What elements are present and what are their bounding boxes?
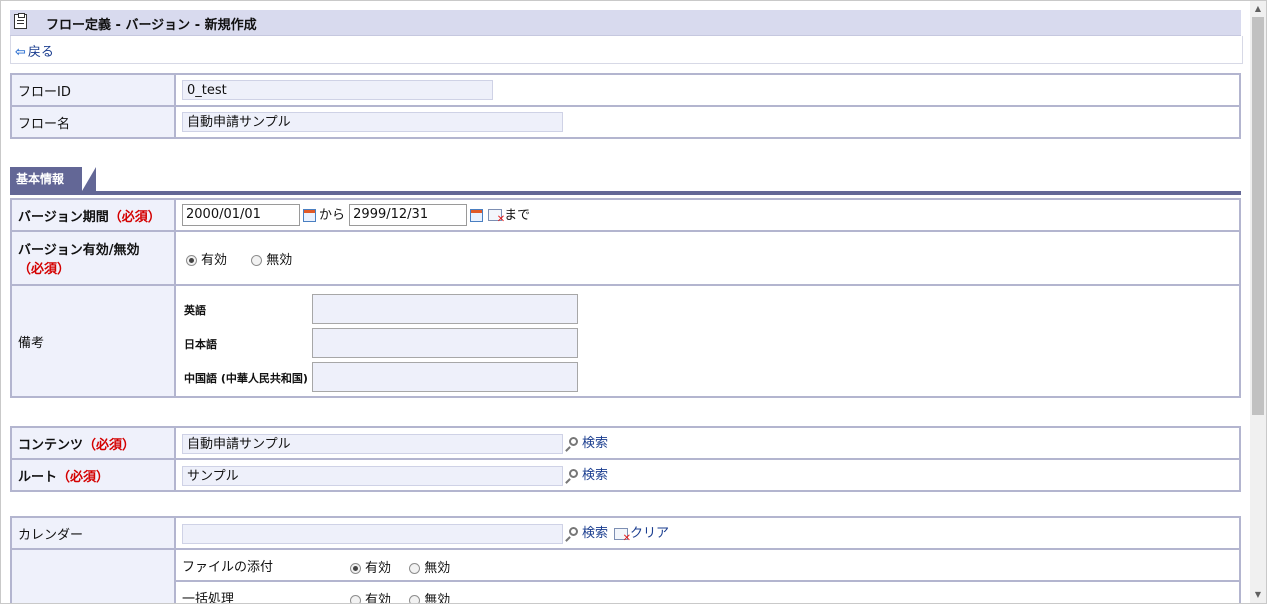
route-label-cell: ルート（必須）: [10, 458, 176, 492]
attachment-options: 有効 無効: [350, 557, 450, 576]
remarks-english-label: 英語: [184, 304, 206, 317]
remarks-japanese-textarea[interactable]: [312, 328, 578, 358]
contents-label-cell: コンテンツ（必須）: [10, 426, 176, 460]
attachment-label: ファイルの添付: [182, 559, 274, 575]
kara-text: から: [319, 207, 346, 223]
window-frame: フロー定義 - バージョン - 新規作成 ⇦ 戻る フローID 0_test フロ…: [0, 0, 1267, 604]
back-bar: ⇦ 戻る: [10, 36, 1243, 64]
required-mark: （必須）: [83, 437, 136, 453]
route-row: ルート（必須） サンプル 検索: [10, 458, 1241, 492]
bulk-cell: 一括処理 有効 無効: [174, 580, 1241, 604]
tab-basic-info[interactable]: 基本情報: [10, 167, 96, 191]
main-content: フロー定義 - バージョン - 新規作成 ⇦ 戻る フローID 0_test フロ…: [1, 1, 1249, 603]
tab-underline: [10, 191, 1241, 195]
contents-cell: 自動申請サンプル 検索: [174, 426, 1241, 460]
flow-id-cell: 0_test: [174, 73, 1241, 107]
calendar-cell: 検索 クリア: [174, 516, 1241, 550]
bulk-valid-option[interactable]: 有効: [365, 593, 391, 603]
clipboard-icon: [14, 13, 27, 29]
back-link[interactable]: ⇦ 戻る: [15, 41, 54, 60]
made-text: まで: [504, 207, 531, 223]
end-date-input[interactable]: 2999/12/31: [349, 204, 468, 227]
bulk-options: 有効 無効: [350, 589, 450, 603]
scrollbar-thumb[interactable]: [1252, 17, 1264, 415]
version-valid-option[interactable]: 有効: [201, 253, 227, 268]
search-icon[interactable]: [569, 527, 578, 537]
flow-name-row: フロー名 自動申請サンプル: [10, 105, 1241, 139]
contents-search-link[interactable]: 検索: [582, 436, 608, 451]
flow-name-cell: 自動申請サンプル: [174, 105, 1241, 139]
contents-route-table: コンテンツ（必須） 自動申請サンプル 検索 ルート（必須） サンプル 検索: [10, 426, 1241, 492]
attachment-invalid-option[interactable]: 無効: [424, 561, 450, 576]
calendar-clear-link[interactable]: クリア: [630, 526, 669, 541]
calendar-icon[interactable]: [470, 208, 484, 222]
remarks-chinese-label: 中国語 (中華人民共和国): [184, 372, 308, 385]
version-valid-row: バージョン有効/無効 （必須） 有効 無効: [10, 230, 1241, 286]
calendar-row: カレンダー 検索 クリア: [10, 516, 1241, 550]
contents-row: コンテンツ（必須） 自動申請サンプル 検索: [10, 426, 1241, 460]
back-arrow-icon: ⇦: [15, 45, 26, 60]
version-period-label-cell: バージョン期間（必須）: [10, 198, 176, 232]
version-period-row: バージョン期間（必須） 2000/01/01 から 2999/12/31 まで: [10, 198, 1241, 232]
required-mark: （必須）: [57, 469, 110, 485]
flow-info-table: フローID 0_test フロー名 自動申請サンプル: [10, 73, 1241, 139]
radio-icon[interactable]: [350, 563, 361, 574]
flow-id-row: フローID 0_test: [10, 73, 1241, 107]
version-period-cell: 2000/01/01 から 2999/12/31 まで: [174, 198, 1241, 232]
calendar-table: カレンダー 検索クリア ファイルの添付 有効 無効 一括処: [10, 516, 1241, 603]
radio-icon[interactable]: [350, 595, 361, 603]
clear-icon[interactable]: [614, 527, 631, 544]
back-label: 戻る: [27, 45, 54, 60]
version-period-label: バージョン期間: [18, 209, 109, 225]
bulk-row: 一括処理 有効 無効: [11, 580, 1241, 604]
remarks-row: 備考 英語 日本語 中国語 (中華人民共和国): [10, 284, 1241, 398]
remarks-label: 備考: [10, 284, 176, 398]
radio-icon[interactable]: [186, 254, 197, 266]
scroll-up-icon[interactable]: ▲: [1250, 1, 1266, 17]
flow-name-value: 自動申請サンプル: [182, 112, 563, 132]
required-mark: （必須）: [18, 262, 71, 277]
attachment-cell: ファイルの添付 有効 無効: [174, 548, 1241, 582]
contents-label: コンテンツ: [18, 437, 84, 453]
calendar-value: [182, 523, 563, 544]
required-mark: （必須）: [108, 209, 161, 225]
title-bar: フロー定義 - バージョン - 新規作成: [10, 10, 1241, 36]
route-cell: サンプル 検索: [174, 458, 1241, 492]
start-date-input[interactable]: 2000/01/01: [182, 204, 300, 227]
search-icon[interactable]: [569, 469, 578, 479]
calendar-search-link[interactable]: 検索: [582, 526, 608, 541]
search-icon[interactable]: [569, 437, 578, 447]
version-valid-cell: 有効 無効: [174, 230, 1241, 286]
remarks-cell: 英語 日本語 中国語 (中華人民共和国): [174, 284, 1241, 398]
clear-icon[interactable]: [488, 209, 505, 225]
radio-icon[interactable]: [409, 563, 421, 574]
version-valid-label-cell: バージョン有効/無効 （必須）: [10, 230, 176, 286]
radio-icon[interactable]: [251, 254, 263, 266]
bulk-label: 一括処理: [182, 591, 235, 604]
options-row: ファイルの添付 有効 無効: [10, 548, 1241, 603]
bulk-invalid-option[interactable]: 無効: [424, 593, 450, 603]
route-value: サンプル: [182, 465, 563, 486]
options-label-cell: [10, 548, 176, 603]
calendar-icon[interactable]: [303, 208, 316, 222]
scroll-down-icon[interactable]: ▼: [1250, 587, 1266, 603]
route-search-link[interactable]: 検索: [582, 468, 608, 483]
radio-icon[interactable]: [409, 595, 421, 603]
remarks-japanese-label: 日本語: [184, 338, 217, 351]
attachment-valid-option[interactable]: 有効: [365, 561, 391, 576]
version-invalid-option[interactable]: 無効: [266, 253, 292, 268]
flow-name-label: フロー名: [10, 105, 176, 139]
remarks-english-textarea[interactable]: [312, 294, 578, 324]
basic-info-table: バージョン期間（必須） 2000/01/01から 2999/12/31まで バー…: [10, 198, 1241, 398]
vertical-scrollbar[interactable]: ▲ ▼: [1250, 1, 1266, 603]
flow-id-value: 0_test: [182, 80, 493, 100]
calendar-label: カレンダー: [10, 516, 176, 550]
flow-id-label: フローID: [10, 73, 176, 107]
page-title: フロー定義 - バージョン - 新規作成: [46, 18, 257, 33]
remarks-chinese-textarea[interactable]: [312, 362, 578, 392]
contents-value: 自動申請サンプル: [182, 433, 563, 454]
version-valid-label: バージョン有効/無効: [18, 243, 140, 258]
route-label: ルート: [18, 469, 58, 485]
